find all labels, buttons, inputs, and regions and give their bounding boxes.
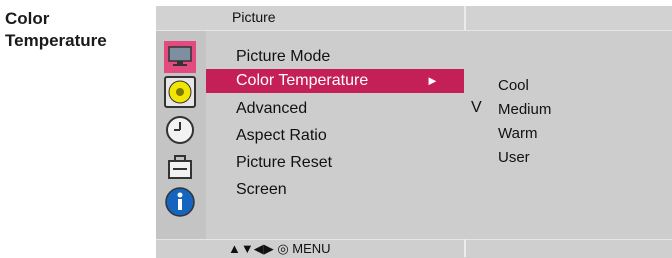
osd-header: Picture — [156, 6, 672, 31]
menu-item-advanced[interactable]: Advanced — [206, 97, 464, 121]
submenu-item-label: Cool — [498, 77, 529, 94]
submenu-item-medium[interactable]: V Medium — [471, 99, 591, 121]
menu-item-aspect-ratio[interactable]: Aspect Ratio — [206, 124, 464, 148]
osd-footer: ▲▼◀▶ ◎ MENU — [156, 239, 672, 258]
submenu-item-label: User — [498, 149, 530, 166]
osd-menu: Picture Picture Mode Color Temperature ►… — [156, 6, 672, 258]
category-icon-column — [156, 31, 206, 239]
picture-menu-list: Picture Mode Color Temperature ► Advance… — [206, 31, 464, 239]
submenu-item-label: Medium — [498, 101, 552, 118]
checkmark-icon: V — [471, 99, 482, 116]
option-icon[interactable] — [164, 151, 196, 183]
page-title-line2: Temperature — [5, 31, 107, 50]
color-temperature-submenu: Cool V Medium Warm User — [466, 31, 672, 239]
picture-icon[interactable] — [164, 41, 196, 73]
navigation-hint: ▲▼◀▶ ◎ MENU — [228, 241, 331, 256]
menu-item-label: Picture Mode — [236, 48, 331, 65]
menu-item-label: Picture Reset — [236, 154, 333, 171]
page-title-line1: Color — [5, 9, 50, 28]
sound-icon[interactable] — [164, 76, 196, 108]
menu-item-screen[interactable]: Screen — [206, 178, 464, 202]
information-icon[interactable] — [164, 186, 196, 218]
submenu-item-warm[interactable]: Warm — [471, 125, 591, 145]
menu-item-picture-reset[interactable]: Picture Reset — [206, 151, 464, 175]
page-title: Color Temperature — [5, 8, 145, 52]
menu-item-label: Advanced — [236, 100, 308, 117]
menu-item-color-temperature[interactable]: Color Temperature ► — [206, 69, 464, 93]
submenu-item-cool[interactable]: Cool — [471, 77, 591, 97]
menu-item-label: Screen — [236, 181, 287, 198]
menu-item-picture-mode[interactable]: Picture Mode — [206, 45, 464, 69]
submenu-arrow-icon: ► — [426, 73, 439, 88]
submenu-item-label: Warm — [498, 125, 538, 142]
footer-divider — [464, 239, 466, 257]
submenu-item-user[interactable]: User — [471, 149, 591, 169]
header-divider — [464, 6, 466, 30]
menu-item-label: Color Temperature — [236, 72, 369, 89]
time-icon[interactable] — [164, 114, 196, 146]
osd-header-title: Picture — [232, 9, 276, 25]
menu-item-label: Aspect Ratio — [236, 127, 327, 144]
